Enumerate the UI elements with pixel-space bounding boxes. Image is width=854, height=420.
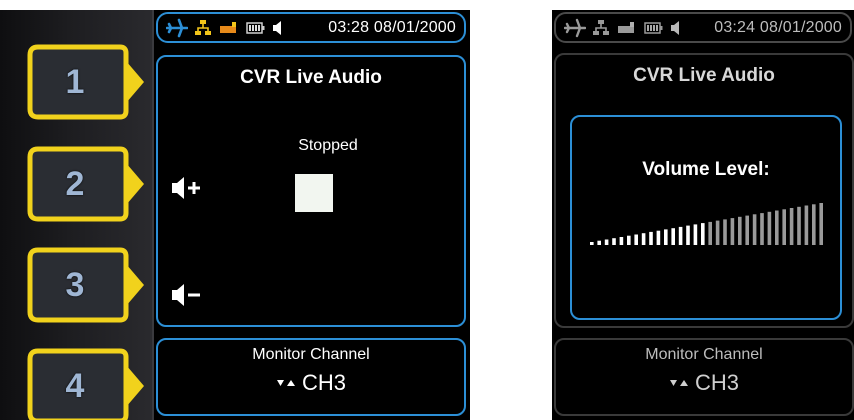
volume-bar [723,219,727,245]
volume-bar [789,208,794,245]
audio-panel: CVR Live Audio Stopped [156,55,466,327]
volume-bar [760,213,764,245]
volume-bar [715,220,720,245]
monitor-channel-label: Monitor Channel [252,346,370,363]
volume-bar [775,210,779,245]
device-left: 1 2 3 4 03:28 08/01/2000 CVR Live Audio … [0,10,470,420]
volume-bar [767,211,772,245]
clock-time: 03:28 [328,18,370,36]
panel-title: CVR Live Audio [633,65,775,86]
softkey-1-number: 1 [65,62,85,101]
volume-bar [701,223,705,245]
volume-bar [752,214,757,245]
volume-bar [641,233,646,245]
volume-bar [745,215,749,245]
softkey-2[interactable]: 2 [26,145,148,223]
volume-bar [819,203,823,245]
volume-bar [812,204,816,245]
softkey-4-number: 4 [65,366,85,405]
data-card-icon [218,18,240,38]
volume-bar [634,234,638,245]
channel-selector[interactable]: CH3 [158,370,464,396]
volume-bar [782,209,786,245]
volume-bar [612,238,616,245]
battery-icon [246,18,266,38]
monitor-channel-panel-right[interactable]: Monitor Channel CH3 [554,338,854,416]
status-bar: 03:28 08/01/2000 [156,12,466,43]
clock-date: 08/01/2000 [373,18,456,36]
volume-bar [797,206,801,245]
volume-bar [804,205,809,245]
volume-up-icon[interactable] [170,174,204,207]
speaker-icon [670,18,684,38]
device-right: 03:24 08/01/2000 CVR Live Audio Volume L… [552,10,854,420]
volume-bar [656,230,661,245]
volume-bar [738,216,742,245]
volume-bar [693,224,698,245]
network-icon [592,18,610,38]
channel-value: CH3 [694,370,739,395]
audio-panel-right: CVR Live Audio Volume Level: [554,53,854,328]
speaker-icon [272,18,286,38]
channel-selector[interactable]: CH3 [556,370,852,396]
volume-bar [664,229,668,245]
channel-value: CH3 [301,370,346,395]
volume-bar [604,239,609,245]
softkey-1[interactable]: 1 [26,43,148,121]
volume-level-label: Volume Level: [642,159,770,180]
clock: 03:28 08/01/2000 [328,19,456,37]
volume-level-meter [590,203,823,245]
softkey-3-number: 3 [65,265,85,304]
softkey-3[interactable]: 3 [26,246,148,324]
monitor-channel-panel[interactable]: Monitor Channel CH3 [156,338,466,416]
volume-bar [597,240,601,245]
status-bar-right: 03:24 08/01/2000 [554,12,852,43]
volume-bar [686,225,690,245]
clock-time: 03:24 [714,18,756,36]
data-card-icon [616,18,638,38]
softkey-2-number: 2 [65,164,85,203]
volume-bar [671,228,675,245]
volume-bar [678,226,683,245]
airplane-icon [166,18,188,38]
volume-dialog: Volume Level: [570,115,842,320]
stop-button[interactable] [295,174,333,212]
volume-bar [649,231,653,245]
clock-date: 08/01/2000 [759,18,842,36]
volume-bar [730,218,735,245]
panel-title: CVR Live Audio [240,67,382,88]
screen-left: 03:28 08/01/2000 CVR Live Audio Stopped … [154,10,470,420]
softkey-4[interactable]: 4 [26,347,148,420]
softkey-bezel: 1 2 3 4 [0,10,154,420]
playback-state: Stopped [298,137,358,154]
channel-up-down-icon [276,380,295,386]
volume-bar [619,237,624,245]
network-icon [194,18,212,38]
battery-icon [644,18,664,38]
clock: 03:24 08/01/2000 [714,19,842,37]
volume-bar [627,235,631,245]
volume-bar [590,242,594,245]
volume-down-icon[interactable] [170,281,204,314]
channel-up-down-icon [669,380,688,386]
volume-bar [708,221,712,245]
monitor-channel-label: Monitor Channel [645,346,763,363]
airplane-icon [564,18,586,38]
